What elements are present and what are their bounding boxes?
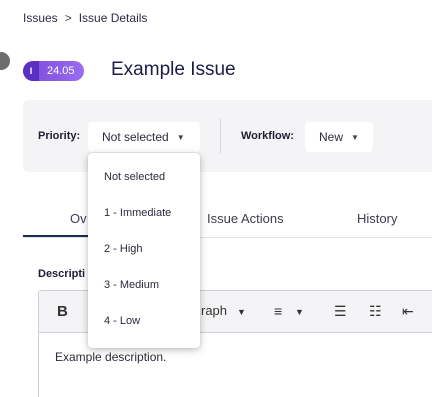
- priority-option-low[interactable]: 4 - Low: [104, 315, 140, 327]
- align-icon[interactable]: ≡: [274, 303, 282, 319]
- chevron-down-icon[interactable]: ▼: [295, 307, 304, 317]
- bold-button[interactable]: B: [57, 303, 68, 320]
- paragraph-select[interactable]: raph: [201, 303, 227, 318]
- tab-overview[interactable]: Ov: [70, 211, 87, 226]
- priority-select[interactable]: Not selected ▼: [88, 122, 200, 152]
- tab-bar: Ov Issue Actions History: [23, 200, 432, 238]
- description-text[interactable]: Example description.: [55, 350, 166, 364]
- ordered-list-icon[interactable]: ☰: [334, 303, 347, 320]
- breadcrumb-current: Issue Details: [78, 11, 148, 25]
- chevron-down-icon: ▼: [176, 132, 185, 142]
- bullet-list-icon[interactable]: ☷: [369, 303, 382, 320]
- side-handle[interactable]: [0, 52, 10, 70]
- priority-option-high[interactable]: 2 - High: [104, 243, 143, 255]
- priority-select-value: Not selected: [102, 130, 169, 144]
- breadcrumb-issues-link[interactable]: Issues: [23, 11, 58, 25]
- issue-type-icon: I: [23, 61, 39, 81]
- priority-option-not-selected[interactable]: Not selected: [104, 171, 165, 183]
- workflow-select-value: New: [319, 130, 344, 144]
- breadcrumb-separator: >: [64, 11, 72, 25]
- tabs-divider: [23, 237, 432, 238]
- chevron-down-icon[interactable]: ▼: [237, 307, 246, 317]
- priority-label: Priority:: [38, 130, 81, 142]
- outdent-icon[interactable]: ⇤: [402, 303, 414, 320]
- page-title: Example Issue: [111, 59, 236, 80]
- breadcrumb: Issues > Issue Details: [23, 11, 147, 25]
- issue-version: 24.05: [47, 65, 75, 77]
- tab-issue-actions[interactable]: Issue Actions: [207, 211, 284, 226]
- priority-dropdown-menu: Not selected 1 - Immediate 2 - High 3 - …: [88, 153, 200, 348]
- priority-option-immediate[interactable]: 1 - Immediate: [104, 207, 171, 219]
- tab-history[interactable]: History: [357, 211, 397, 226]
- description-label: Descripti: [38, 268, 86, 280]
- workflow-label: Workflow:: [241, 130, 294, 142]
- issue-badge: I 24.05: [23, 61, 84, 81]
- filter-divider: [220, 118, 221, 154]
- workflow-select[interactable]: New ▼: [305, 122, 373, 152]
- priority-option-medium[interactable]: 3 - Medium: [104, 279, 159, 291]
- chevron-down-icon: ▼: [351, 132, 359, 142]
